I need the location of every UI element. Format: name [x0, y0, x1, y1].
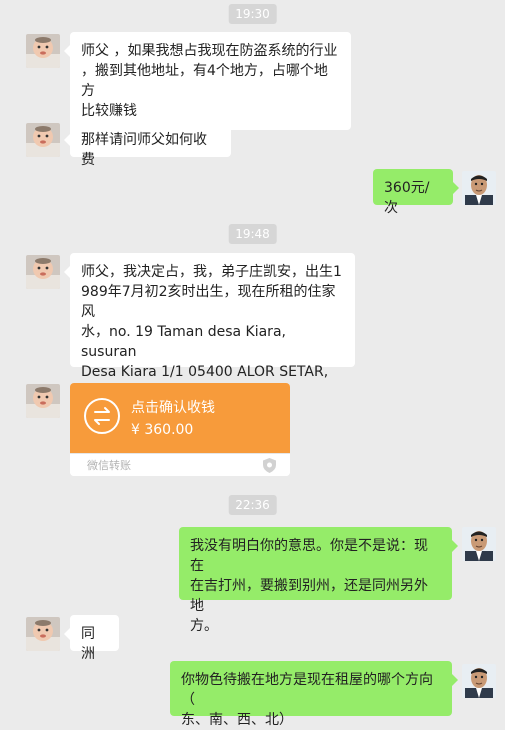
- avatar-image: [26, 255, 60, 289]
- timestamp: 19:30: [228, 4, 277, 24]
- incoming-message[interactable]: 师父 ，如果我想占我现在防盗系统的行业 ，搬到其他地址，有4个地方，占哪个地方 …: [64, 32, 351, 130]
- message-line: 方。: [190, 618, 218, 634]
- shield-icon: [263, 458, 276, 473]
- message-line: 989年7月初2亥时出生，现在所租的住家风: [81, 284, 336, 320]
- avatar-image: [462, 527, 496, 561]
- incoming-message[interactable]: 师父，我决定占，我，弟子庄凯安，出生1 989年7月初2亥时出生，现在所租的住家…: [64, 253, 355, 400]
- avatar-image: [462, 664, 496, 698]
- message-line: 那样请问师父如何收费: [81, 132, 207, 168]
- outgoing-message[interactable]: 你物色待搬在地方是现在租屋的哪个方向（ 东、南、西、北）: [170, 661, 458, 728]
- timestamp: 19:48: [228, 224, 277, 244]
- message-line: 师父 ，如果我想占我现在防盗系统的行业: [81, 43, 338, 59]
- message-line: 在吉打州，要搬到别州，还是同州另外地: [190, 578, 428, 614]
- message-line: ，搬到其他地址，有4个地方，占哪个地方: [81, 63, 328, 99]
- contact-avatar[interactable]: [26, 123, 60, 157]
- message-line: 东、南、西、北）: [181, 712, 293, 728]
- message-line: Desa Kiara 1/1 05400 ALOR SETAR,: [81, 364, 329, 380]
- self-avatar[interactable]: [462, 527, 496, 561]
- message-line: 比较赚钱: [81, 103, 137, 119]
- timestamp: 22:36: [228, 495, 277, 515]
- transfer-footer: 微信转账: [70, 453, 290, 476]
- avatar-image: [26, 34, 60, 68]
- transfer-amount: ¥ 360.00: [131, 422, 194, 438]
- contact-avatar[interactable]: [26, 34, 60, 68]
- avatar-image: [26, 123, 60, 157]
- contact-avatar[interactable]: [26, 255, 60, 289]
- contact-avatar[interactable]: [26, 617, 60, 651]
- avatar-image: [26, 617, 60, 651]
- outgoing-message[interactable]: 我没有明白你的意思。你是不是说：现在 在吉打州，要搬到别州，还是同州另外地 方。: [179, 527, 458, 634]
- message-line: 水，no. 19 Taman desa Kiara, susuran: [81, 324, 286, 360]
- outgoing-message[interactable]: 360元/次: [373, 169, 459, 216]
- self-avatar[interactable]: [462, 171, 496, 205]
- message-line: 同洲: [81, 626, 95, 662]
- self-avatar[interactable]: [462, 664, 496, 698]
- message-line: 师父，我决定占，我，弟子庄凯安，出生1: [81, 264, 342, 280]
- money-transfer-card[interactable]: 点击确认收钱 ¥ 360.00 微信转账: [70, 383, 290, 476]
- transfer-icon: [84, 398, 120, 434]
- avatar-image: [26, 384, 60, 418]
- message-line: 我没有明白你的意思。你是不是说：现在: [190, 538, 428, 574]
- incoming-message[interactable]: 那样请问师父如何收费: [64, 121, 231, 168]
- message-line: 你物色待搬在地方是现在租屋的哪个方向（: [181, 672, 433, 708]
- incoming-message[interactable]: 同洲: [64, 615, 119, 662]
- avatar-image: [462, 171, 496, 205]
- transfer-title: 点击确认收钱: [131, 400, 215, 416]
- transfer-footer-label: 微信转账: [87, 459, 131, 472]
- contact-avatar[interactable]: [26, 384, 60, 418]
- message-line: 360元/次: [384, 180, 430, 216]
- transfer-header: 点击确认收钱 ¥ 360.00: [70, 383, 290, 453]
